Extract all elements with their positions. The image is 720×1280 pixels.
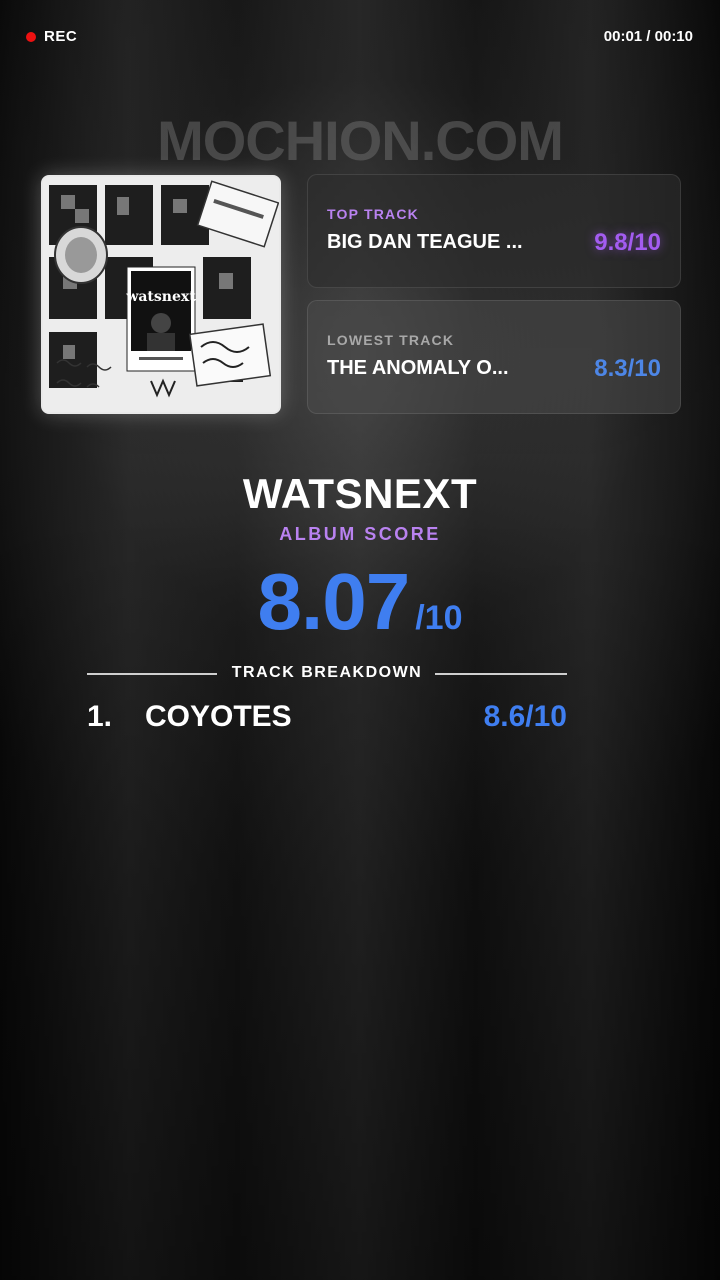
divider-right [435,673,567,675]
watermark: MOCHION.COM [157,109,564,172]
top-track-card[interactable]: TOP TRACK BIG DAN TEAGUE ... 9.8/10 [307,174,681,288]
album-score: 8.07/10 [0,556,720,648]
top-track-label: TOP TRACK [327,206,419,222]
album-score-out-of: /10 [415,599,463,637]
track-row[interactable]: 1. COYOTES 8.6/10 [87,700,567,740]
lowest-track-title: THE ANOMALY O... [327,357,509,379]
track-number: 1. [87,700,113,733]
album-title: WATSNEXT [242,470,478,517]
track-breakdown-header: TRACK BREAKDOWN [87,663,567,685]
track-score: 8.6/10 [483,700,567,733]
top-track-score: 9.8/10 [594,229,661,256]
record-dot-icon [26,31,36,42]
recording-timer: 00:01 / 00:10 [603,28,693,45]
album-score-value: 8.07 [257,557,411,646]
rec-label: REC [44,28,78,45]
lowest-track-card[interactable]: LOWEST TRACK THE ANOMALY O... 8.3/10 [307,300,681,414]
lowest-track-score: 8.3/10 [594,355,661,382]
top-track-title: BIG DAN TEAGUE ... [327,231,523,253]
track-name: COYOTES [145,700,292,733]
svg-text:watsnext: watsnext [125,289,196,305]
album-score-label: ALBUM SCORE [279,524,441,544]
lowest-track-label: LOWEST TRACK [327,332,455,348]
album-cover-image: watsnext [43,177,279,412]
album-cover[interactable]: watsnext [41,175,281,414]
recording-indicator: REC [26,28,77,45]
